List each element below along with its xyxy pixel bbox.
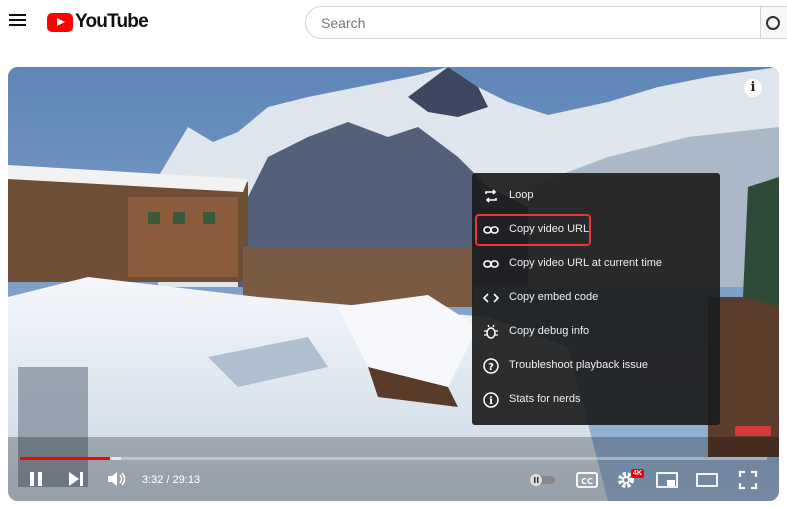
menu-item-label: Loop: [509, 189, 534, 201]
menu-item-label: Copy video URL: [509, 223, 590, 235]
bug-icon: [484, 324, 498, 339]
progress-bar[interactable]: [20, 457, 767, 460]
played-bar: [20, 457, 111, 460]
info-icon[interactable]: i: [744, 79, 762, 97]
menu-item-label: Copy debug info: [509, 325, 590, 337]
search-box: [305, 6, 761, 39]
search-button[interactable]: [760, 6, 787, 39]
hamburger-menu-icon[interactable]: [8, 11, 28, 31]
menu-item-label: Stats for nerds: [509, 393, 581, 405]
menu-item-copy-debug-info[interactable]: Copy debug info: [476, 317, 716, 347]
menu-item-label: Copy embed code: [509, 291, 599, 303]
menu-item-stats-for-nerds[interactable]: i Stats for nerds: [476, 385, 716, 415]
svg-text:?: ?: [488, 362, 494, 373]
subscribe-watermark-icon[interactable]: [735, 426, 771, 436]
miniplayer-icon[interactable]: [656, 471, 678, 489]
link-icon: [483, 260, 499, 268]
play-logo-icon: [47, 12, 73, 32]
menu-item-label: Copy video URL at current time: [509, 257, 663, 269]
search-icon: [766, 16, 780, 30]
menu-item-copy-video-url[interactable]: Copy video URL: [475, 214, 591, 246]
next-icon[interactable]: [68, 470, 84, 488]
code-icon: [483, 293, 499, 303]
menu-item-troubleshoot[interactable]: ? Troubleshoot playback issue: [476, 351, 716, 381]
menu-item-copy-url-at-time[interactable]: Copy video URL at current time: [476, 249, 716, 279]
context-menu: Loop Copy video URL Copy video URL at cu…: [472, 173, 720, 425]
youtube-logo[interactable]: YouTube: [47, 11, 149, 33]
menu-item-copy-embed-code[interactable]: Copy embed code: [476, 283, 716, 313]
question-icon: ?: [483, 358, 499, 374]
svg-text:i: i: [489, 396, 493, 407]
link-icon: [483, 226, 499, 234]
pause-icon[interactable]: [28, 470, 44, 488]
info-icon: i: [483, 392, 499, 408]
svg-text:CC: CC: [581, 477, 593, 486]
search-input[interactable]: [319, 14, 723, 32]
logo-text: YouTube: [75, 11, 149, 32]
masthead: YouTube: [0, 0, 787, 46]
volume-icon[interactable]: [107, 470, 127, 488]
loop-icon: [485, 189, 497, 203]
menu-item-loop[interactable]: Loop: [476, 181, 716, 211]
quality-badge: 4K: [631, 469, 644, 478]
fullscreen-icon[interactable]: [738, 470, 758, 490]
theater-mode-icon[interactable]: [696, 471, 718, 489]
captions-icon[interactable]: CC: [576, 471, 598, 489]
autoplay-toggle-icon[interactable]: [528, 473, 556, 487]
video-player[interactable]: i Loop Copy video URL Copy video URL at …: [8, 67, 779, 501]
time-display: 3:32 / 29:13: [142, 474, 201, 486]
menu-item-label: Troubleshoot playback issue: [509, 359, 649, 371]
